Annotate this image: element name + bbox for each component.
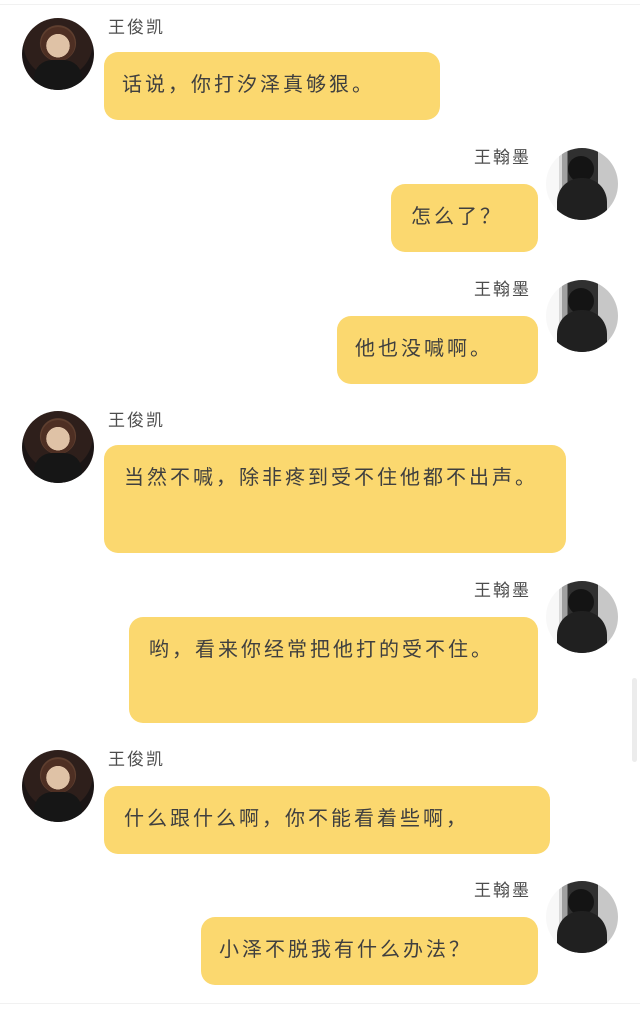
user-avatar[interactable] xyxy=(22,18,94,90)
message-bubble: 他也没喊啊。 xyxy=(337,316,538,384)
message-bubble: 怎么了？ xyxy=(391,184,538,252)
message-bubble: 什么跟什么啊，你不能看着些啊， xyxy=(104,786,550,854)
sender-name: 王翰墨 xyxy=(474,280,531,300)
sender-name: 王翰墨 xyxy=(474,881,531,901)
user-avatar[interactable] xyxy=(546,881,618,953)
top-divider xyxy=(0,4,640,5)
message-bubble: 小泽不脱我有什么办法？ xyxy=(201,917,538,985)
scrollbar-thumb[interactable] xyxy=(632,678,637,762)
message-bubble: 哟，看来你经常把他打的受不住。 xyxy=(129,617,538,723)
sender-name: 王翰墨 xyxy=(474,581,531,601)
sender-name: 王俊凯 xyxy=(108,411,165,431)
message-bubble: 话说，你打汐泽真够狠。 xyxy=(104,52,440,120)
user-avatar[interactable] xyxy=(546,581,618,653)
user-avatar[interactable] xyxy=(546,280,618,352)
sender-name: 王翰墨 xyxy=(474,148,531,168)
user-avatar[interactable] xyxy=(22,411,94,483)
user-avatar[interactable] xyxy=(546,148,618,220)
bottom-divider xyxy=(0,1003,640,1004)
message-bubble: 当然不喊，除非疼到受不住他都不出声。 xyxy=(104,445,566,553)
user-avatar[interactable] xyxy=(22,750,94,822)
sender-name: 王俊凯 xyxy=(108,750,165,770)
sender-name: 王俊凯 xyxy=(108,18,165,38)
